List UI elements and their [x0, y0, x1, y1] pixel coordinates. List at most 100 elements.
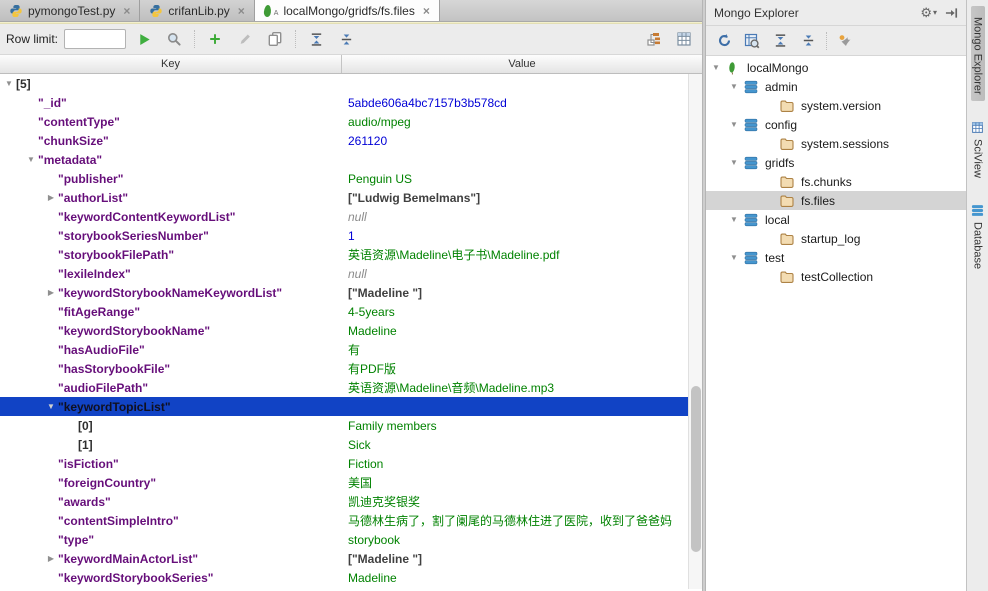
collapse-arrow-icon[interactable]: ▼ — [712, 63, 726, 72]
table-row[interactable]: "contentType" audio/mpeg — [0, 112, 702, 131]
refresh-button[interactable] — [712, 30, 736, 52]
tree-item-config[interactable]: ▼ config — [706, 115, 966, 134]
value-cell: 5abde606a4bc7157b3b578cd — [348, 96, 688, 110]
add-document-button[interactable] — [203, 28, 227, 50]
mongo-shell-button[interactable] — [833, 30, 857, 52]
collapse-all-button[interactable] — [334, 28, 358, 50]
tree-item-system-sessions[interactable]: system.sessions — [706, 134, 966, 153]
row-value: 马德林生病了，割了阑尾的马德林住进了医院，收到了爸爸妈 — [348, 514, 673, 528]
expand-arrow-icon[interactable]: ▶ — [44, 554, 58, 563]
collapse-arrow-icon[interactable]: ▼ — [44, 402, 58, 411]
tree-item-test[interactable]: ▼ test — [706, 248, 966, 267]
close-icon[interactable]: × — [423, 5, 430, 17]
collapse-arrow-icon[interactable]: ▼ — [730, 82, 744, 91]
table-row[interactable]: "_id" 5abde606a4bc7157b3b578cd — [0, 93, 702, 112]
edit-document-button[interactable] — [233, 28, 257, 50]
find-document-button[interactable] — [740, 30, 764, 52]
table-row[interactable]: ▼ "keywordTopicList" — [0, 397, 702, 416]
table-row[interactable]: ▶ "keywordStorybookNameKeywordList" ["Made… — [0, 283, 702, 302]
tab-label: localMongo/gridfs/fs.files — [283, 3, 415, 18]
scrollbar-thumb[interactable] — [691, 386, 701, 552]
collapse-arrow-icon[interactable]: ▼ — [2, 79, 16, 88]
table-row[interactable]: "keywordStorybookSeries" Madeline — [0, 568, 702, 587]
tree-item-fs-chunks[interactable]: fs.chunks — [706, 172, 966, 191]
key-cell: "type" — [0, 533, 348, 547]
table-row[interactable]: "hasStorybookFile" 有PDF版 — [0, 359, 702, 378]
row-value: 美国 — [348, 476, 373, 490]
collapse-arrow-icon[interactable]: ▼ — [24, 155, 38, 164]
tree-item-startup_log[interactable]: startup_log — [706, 229, 966, 248]
table-row[interactable]: "filename"Madeline — [0, 587, 702, 589]
table-row[interactable]: "hasAudioFile" 有 — [0, 340, 702, 359]
value-cell: Family members — [348, 419, 688, 433]
table-row[interactable]: "foreignCountry" 美国 — [0, 473, 702, 492]
table-row[interactable]: ▶ "keywordMainActorList" ["Madeline "] — [0, 549, 702, 568]
copy-document-button[interactable] — [263, 28, 287, 50]
find-button[interactable] — [162, 28, 186, 50]
table-row[interactable]: ▼ "metadata" — [0, 150, 702, 169]
close-icon[interactable]: × — [238, 5, 245, 17]
table-row[interactable]: "keywordContentKeywordList" null — [0, 207, 702, 226]
tree-item-local[interactable]: ▼ local — [706, 210, 966, 229]
close-icon[interactable]: × — [123, 5, 130, 17]
row-key: "publisher" — [58, 171, 124, 186]
table-row[interactable]: "storybookFilePath" 英语资源\Madeline\电子书\Mad… — [0, 245, 702, 264]
expand-arrow-icon[interactable]: ▶ — [44, 193, 58, 202]
collapse-arrow-icon[interactable]: ▼ — [730, 215, 744, 224]
table-view-button[interactable] — [672, 28, 696, 50]
table-row[interactable]: "storybookSeriesNumber" 1 — [0, 226, 702, 245]
expand-arrow-icon[interactable]: ▶ — [44, 288, 58, 297]
table-row[interactable]: [0] Family members — [0, 416, 702, 435]
tool-window-button-database[interactable]: Database — [970, 198, 985, 275]
table-row[interactable]: "audioFilePath" 英语资源\Madeline\音频\Madeline… — [0, 378, 702, 397]
row-key: "audioFilePath" — [58, 380, 149, 395]
ide-window: pymongoTest.py × crifanLib.py × AlocalMongo/… — [0, 0, 988, 591]
row-key: "metadata" — [38, 152, 103, 167]
key-cell: ▼ "keywordTopicList" — [0, 400, 348, 414]
table-row[interactable]: "publisher" Penguin US — [0, 169, 702, 188]
expand-all-button[interactable] — [768, 30, 792, 52]
tool-window-button-sciview[interactable]: SciView — [970, 115, 985, 184]
tree-item-admin[interactable]: ▼ admin — [706, 77, 966, 96]
table-row[interactable]: "keywordStorybookName" Madeline — [0, 321, 702, 340]
collapse-arrow-icon[interactable]: ▼ — [730, 253, 744, 262]
tree-item-gridfs[interactable]: ▼ gridfs — [706, 153, 966, 172]
row-key: [5] — [16, 76, 31, 91]
hide-panel-button[interactable] — [945, 7, 958, 19]
table-row[interactable]: [1] Sick — [0, 435, 702, 454]
editor-tab-bar: pymongoTest.py × crifanLib.py × AlocalMongo/… — [0, 0, 702, 22]
table-row[interactable]: ▶ "authorList" ["Ludwig Bemelmans"] — [0, 188, 702, 207]
refresh-icon — [718, 34, 730, 47]
tree-item-fs-files[interactable]: fs.files — [706, 191, 966, 210]
row-limit-input[interactable] — [64, 29, 127, 49]
table-row[interactable]: "fitAgeRange" 4-5years — [0, 302, 702, 321]
table-row[interactable]: "contentSimpleIntro" 马德林生病了，割了阑尾的马德林住进了医院… — [0, 511, 702, 530]
row-key: "type" — [58, 532, 95, 547]
editor-tab-3[interactable]: AlocalMongo/gridfs/fs.files × — [254, 0, 440, 21]
value-cell: 有 — [348, 341, 688, 358]
table-row[interactable]: "lexileIndex" null — [0, 264, 702, 283]
collapse-arrow-icon[interactable]: ▼ — [730, 120, 744, 129]
table-row[interactable]: "type" storybook — [0, 530, 702, 549]
table-row[interactable]: "isFiction" Fiction — [0, 454, 702, 473]
editor-tab-2[interactable]: crifanLib.py × — [140, 0, 255, 21]
editor-tab-1[interactable]: pymongoTest.py × — [0, 0, 141, 21]
tool-window-button-mongo-explorer[interactable]: Mongo Explorer — [970, 6, 985, 101]
tree-view-button[interactable] — [642, 28, 666, 50]
value-cell: 英语资源\Madeline\音频\Madeline.mp3 — [348, 379, 688, 396]
run-query-button[interactable] — [132, 28, 156, 50]
gear-button[interactable]: ⚙ ▾ — [920, 5, 937, 21]
tree-item-testCollection[interactable]: testCollection — [706, 267, 966, 286]
table-row[interactable]: "chunkSize" 261120 — [0, 131, 702, 150]
table-row[interactable]: "awards" 凯迪克奖银奖 — [0, 492, 702, 511]
collapse-all-button[interactable] — [796, 30, 820, 52]
mongo-explorer-panel: Mongo Explorer ⚙ ▾ ▼ localMongo ▼ admin … — [706, 0, 966, 591]
collapse-arrow-icon[interactable]: ▼ — [730, 158, 744, 167]
expand-all-button[interactable] — [304, 28, 328, 50]
tree-item-label: fs.chunks — [801, 174, 852, 189]
readonly-badge: A — [273, 10, 279, 17]
vertical-scrollbar[interactable] — [688, 74, 702, 589]
table-row[interactable]: ▼ [5] — [0, 74, 702, 93]
tree-item-localMongo[interactable]: ▼ localMongo — [706, 58, 966, 77]
tree-item-system-version[interactable]: system.version — [706, 96, 966, 115]
